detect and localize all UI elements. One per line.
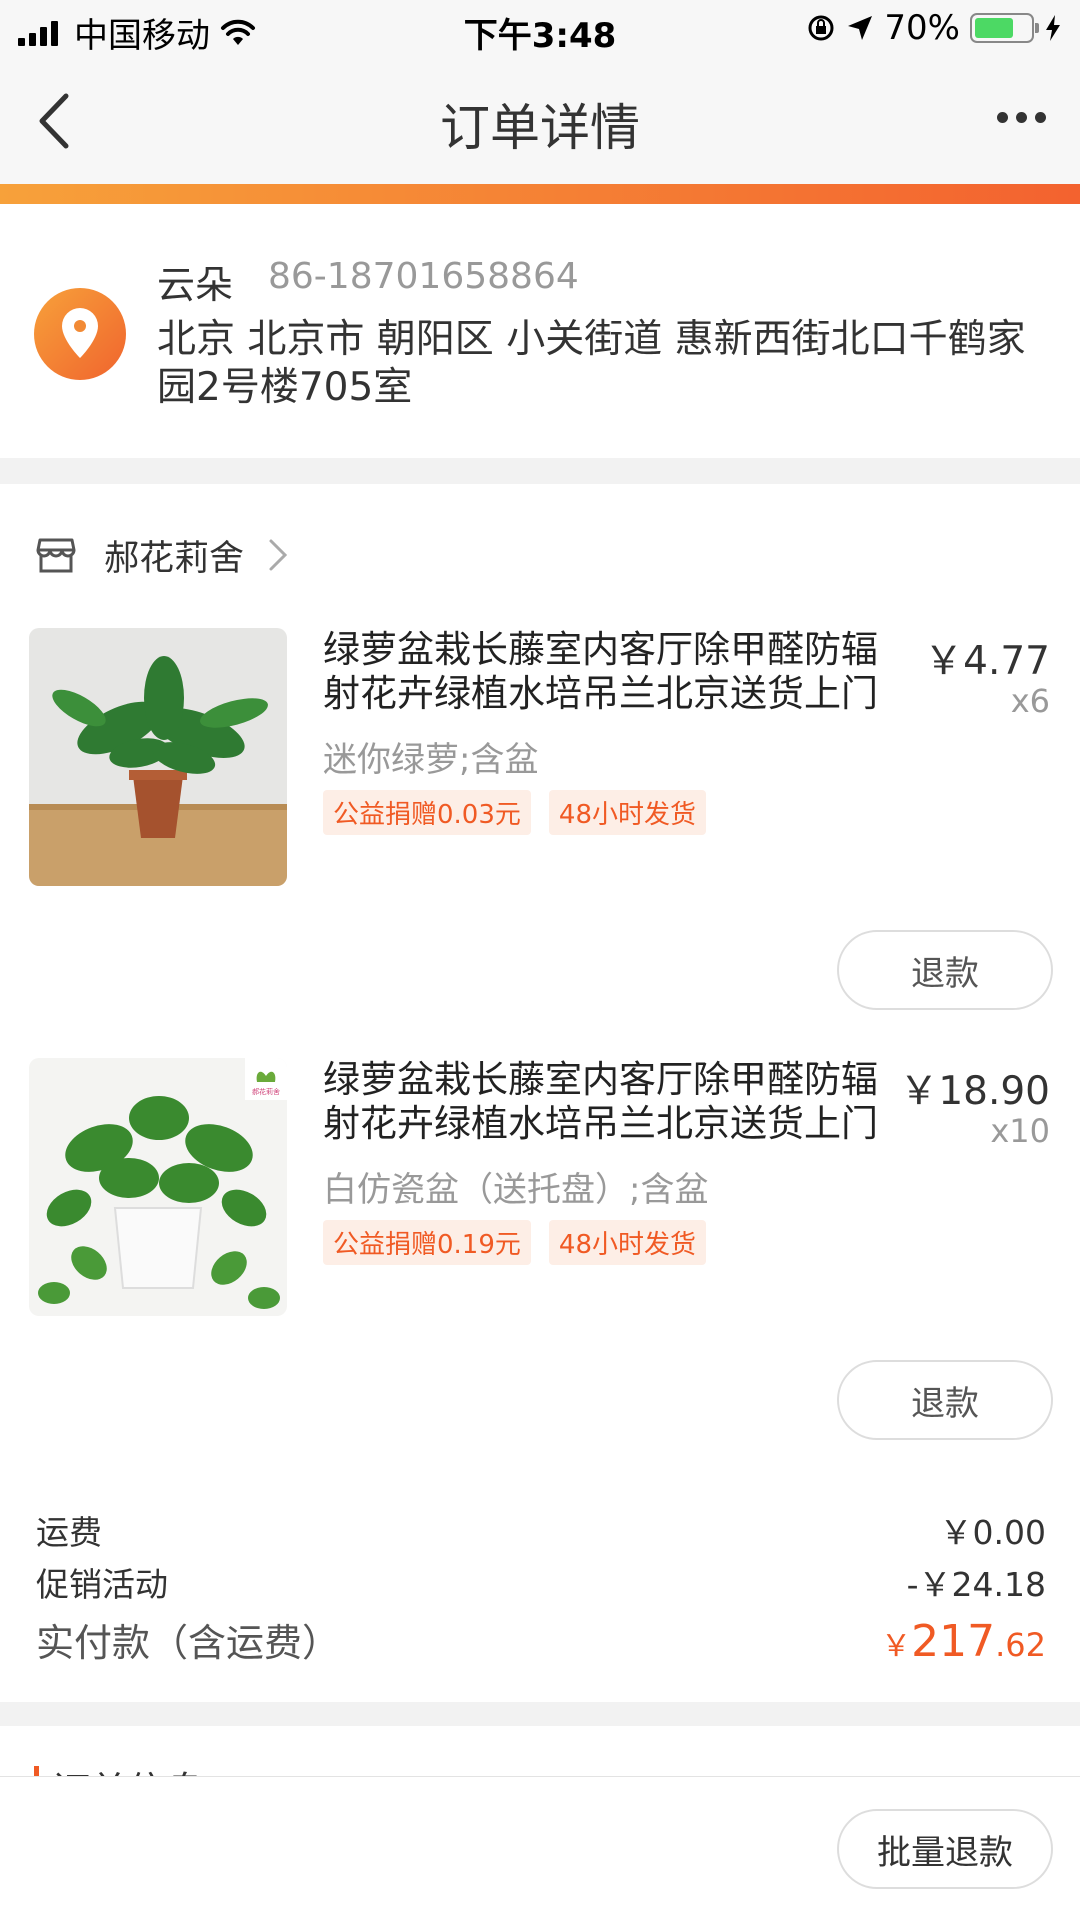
batch-refund-button[interactable]: 批量退款 xyxy=(837,1809,1053,1889)
product-price: ￥18.90 xyxy=(899,1069,1050,1114)
order-card: 郝花莉舍 绿萝盆栽长藤室内客厅除甲醛防辐射花卉绿植水培吊兰北京送货上门 ￥4.7… xyxy=(0,484,1080,1702)
product-tags: 公益捐赠0.03元 48小时发货 xyxy=(323,790,706,835)
page-title: 订单详情 xyxy=(440,99,640,157)
location-arrow-icon xyxy=(848,16,873,40)
product-sku: 白仿瓷盆（送托盘）;含盆 xyxy=(323,1170,709,1210)
shop-name: 郝花莉舍 xyxy=(104,538,245,579)
shop-logo-badge: 郝花莉舍 xyxy=(252,1087,280,1096)
battery-fill xyxy=(975,18,1013,38)
order-item[interactable]: 郝花莉舍 绿萝盆栽长藤室内客厅除甲醛防辐射花卉绿植水培吊兰北京送货上门 ￥18.… xyxy=(0,1058,1080,1478)
product-tags: 公益捐赠0.19元 48小时发货 xyxy=(323,1220,706,1265)
chevron-right-icon xyxy=(269,539,288,571)
more-dot-icon xyxy=(1016,112,1027,123)
shop-link[interactable]: 郝花莉舍 xyxy=(36,530,288,580)
shipping-value: ￥0.00 xyxy=(939,1513,1046,1552)
battery-icon xyxy=(970,13,1039,43)
recipient-address: 北京 北京市 朝阳区 小关街道 惠新西街北口千鹤家园2号楼705室 xyxy=(157,317,1026,410)
charging-icon xyxy=(1046,15,1060,41)
bottom-action-bar: 批量退款 xyxy=(0,1776,1080,1921)
product-title[interactable]: 绿萝盆栽长藤室内客厅除甲醛防辐射花卉绿植水培吊兰北京送货上门 xyxy=(323,628,903,716)
accent-divider xyxy=(0,184,1080,204)
more-dot-icon xyxy=(997,112,1008,123)
refund-button[interactable]: 退款 xyxy=(837,1360,1053,1440)
total-currency: ￥ xyxy=(881,1629,912,1664)
total-label: 实付款（含运费） xyxy=(36,1621,341,1665)
product-image[interactable] xyxy=(29,628,287,886)
status-right: 70% xyxy=(806,8,1062,48)
total-integer: 217 xyxy=(911,1616,996,1667)
rotation-lock-icon xyxy=(808,15,834,41)
promo-label: 促销活动 xyxy=(36,1565,168,1604)
refund-button[interactable]: 退款 xyxy=(837,930,1053,1010)
charity-tag: 公益捐赠0.03元 xyxy=(323,790,531,835)
product-title[interactable]: 绿萝盆栽长藤室内客厅除甲醛防辐射花卉绿植水培吊兰北京送货上门 xyxy=(323,1058,903,1146)
address-card[interactable]: 云朵 86-18701658864 北京 北京市 朝阳区 小关街道 惠新西街北口… xyxy=(0,204,1080,458)
shipping-tag: 48小时发货 xyxy=(548,790,706,835)
product-image[interactable]: 郝花莉舍 xyxy=(29,1058,287,1316)
promo-row: 促销活动 -￥24.18 xyxy=(36,1558,1046,1606)
product-quantity: x6 xyxy=(1010,682,1050,720)
total-decimal: .62 xyxy=(995,1626,1046,1664)
total-amount: ￥217.62 xyxy=(881,1616,1046,1667)
order-item[interactable]: 绿萝盆栽长藤室内客厅除甲醛防辐射花卉绿植水培吊兰北京送货上门 ￥4.77 x6 … xyxy=(0,628,1080,1048)
product-price: ￥4.77 xyxy=(924,639,1050,684)
recipient-name: 云朵 xyxy=(157,263,234,307)
promo-value: -￥24.18 xyxy=(906,1565,1046,1604)
battery-percent: 70% xyxy=(884,8,960,48)
more-menu-button[interactable] xyxy=(997,112,1046,123)
total-row: 实付款（含运费） ￥217.62 xyxy=(36,1612,1046,1667)
shipping-row: 运费 ￥0.00 xyxy=(36,1506,1046,1554)
shop-icon xyxy=(36,538,76,573)
nav-bar: 订单详情 xyxy=(0,60,1080,184)
product-sku: 迷你绿萝;含盆 xyxy=(323,740,539,780)
order-detail-page: 中国移动 下午3:48 70% 订单详情 云朵 86-18701658864 北… xyxy=(0,0,1080,1921)
recipient-phone: 86-18701658864 xyxy=(268,256,579,297)
charity-tag: 公益捐赠0.19元 xyxy=(323,1220,531,1265)
shipping-label: 运费 xyxy=(36,1513,102,1552)
product-quantity: x10 xyxy=(990,1112,1050,1150)
more-dot-icon xyxy=(1035,112,1046,123)
status-bar: 中国移动 下午3:48 70% xyxy=(0,0,1080,60)
shipping-tag: 48小时发货 xyxy=(548,1220,706,1265)
location-pin-icon xyxy=(34,288,126,380)
